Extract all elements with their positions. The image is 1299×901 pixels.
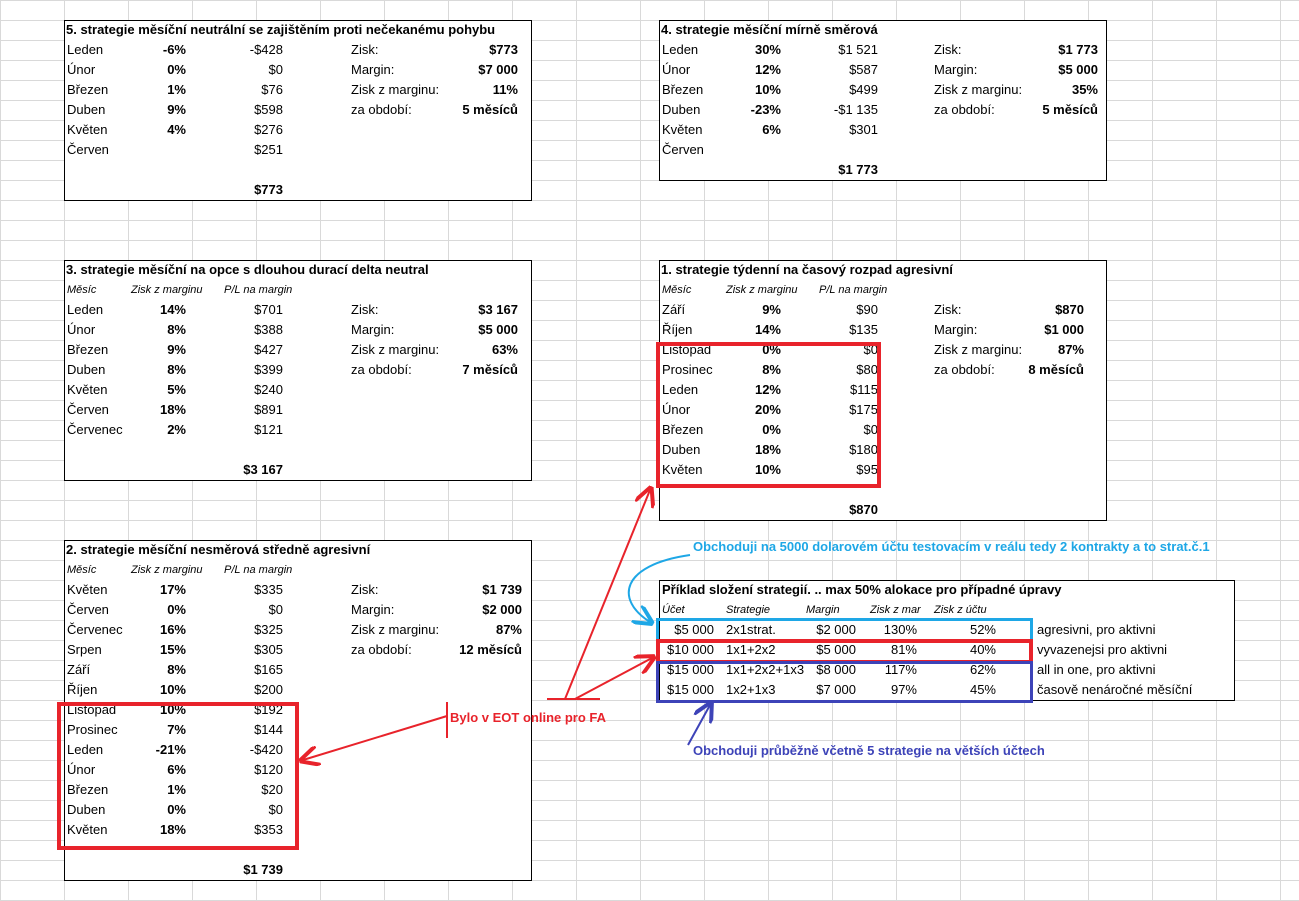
- annotation-arrows: [0, 0, 1299, 901]
